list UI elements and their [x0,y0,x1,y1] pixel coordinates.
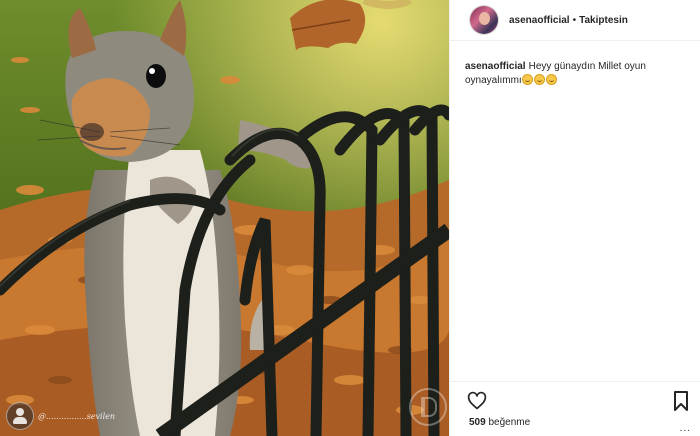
post-photo[interactable]: @................sevilen [0,0,449,436]
watermark-username: @................sevilen [38,411,116,421]
grinning-face-emoji-icon [545,74,557,85]
more-options-button[interactable]: ... [680,423,691,434]
bookmark-icon[interactable] [673,391,689,411]
header-separator: • [572,14,577,26]
caption-username-link[interactable]: asenaofficial [465,61,526,72]
post-header: asenaofficial • Takiptesin [450,0,700,41]
likes-number: 509 [469,417,486,428]
watermark-logo-icon [409,388,447,426]
profile-avatar[interactable] [469,5,499,35]
grinning-face-emoji-icon [533,74,545,85]
likes-label: beğenme [488,417,531,428]
header-username-link[interactable]: asenaofficial [509,15,570,26]
post-side-panel: asenaofficial • Takiptesin asenaofficial… [449,0,700,436]
avatar-face [479,12,490,25]
follow-status-button[interactable]: Takiptesin [579,15,628,26]
squirrel-photo-illustration [0,0,449,436]
watermark-avatar-icon [6,402,34,430]
heart-icon[interactable] [467,391,487,411]
likes-count[interactable]: 509 beğenme [469,417,530,428]
post-actions: 509 beğenme ... [450,381,700,436]
instagram-post: @................sevilen asenaofficial •… [0,0,700,436]
grinning-face-emoji-icon [521,74,533,85]
watermark-user: @................sevilen [6,402,115,430]
post-caption: asenaofficial Heyy günaydın Millet oyun o… [450,41,700,88]
